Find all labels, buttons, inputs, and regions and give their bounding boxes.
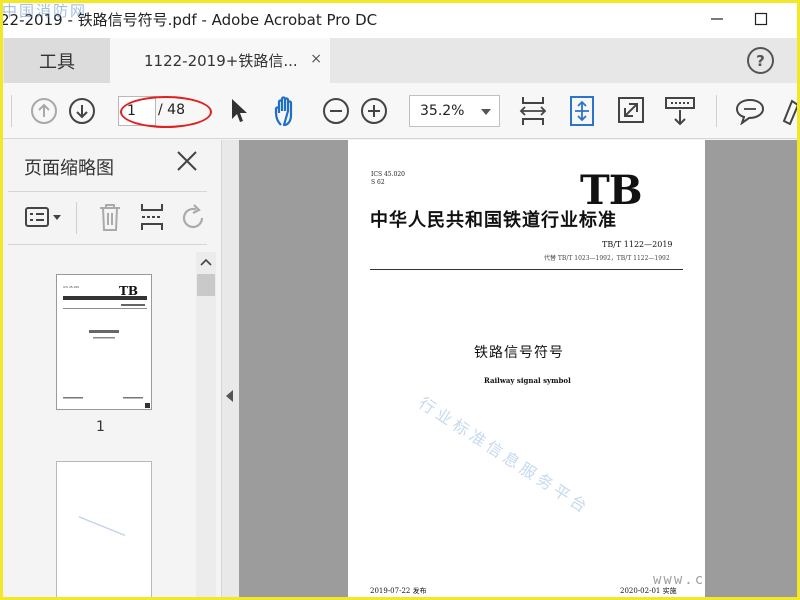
thumbnail-label: 1 bbox=[96, 419, 105, 435]
tab-document[interactable]: 1122-2019+铁路信... × bbox=[110, 38, 330, 83]
page-thumbnail[interactable]: ICS 45.020 TB bbox=[56, 274, 152, 410]
document-title-english: Railway signal symbol bbox=[484, 376, 571, 385]
chevron-down-icon bbox=[481, 109, 491, 115]
thumbnail-scrollbar[interactable] bbox=[196, 252, 216, 600]
scrollbar-thumb[interactable] bbox=[197, 274, 215, 296]
extract-page-icon[interactable] bbox=[138, 202, 166, 232]
previous-page-icon[interactable] bbox=[30, 97, 58, 125]
document-view[interactable]: ICS 45.020 S 62 TB 中华人民共和国铁道行业标准 TB/T 11… bbox=[239, 140, 800, 600]
select-cursor-icon[interactable] bbox=[228, 97, 250, 125]
panel-divider bbox=[8, 191, 207, 192]
zoom-select[interactable]: 35.2% bbox=[409, 95, 500, 127]
delete-page-icon[interactable] bbox=[96, 202, 124, 232]
thumbnail-list: ICS 45.020 TB 1 bbox=[0, 252, 196, 600]
header-rule bbox=[370, 269, 683, 270]
more-tools-icon[interactable] bbox=[782, 97, 800, 125]
toolbar: 1 / 48 35.2% bbox=[0, 83, 800, 139]
panel-tools-divider bbox=[76, 202, 77, 234]
page-thumbnails-panel: 页面缩略图 ICS 45.020 TB 1 bbox=[0, 140, 222, 600]
full-screen-icon[interactable] bbox=[617, 96, 645, 124]
www-watermark: www.c bbox=[653, 572, 706, 588]
minimize-icon[interactable] bbox=[704, 6, 730, 32]
page-highlight-ellipse bbox=[120, 96, 212, 128]
help-icon[interactable]: ? bbox=[747, 47, 774, 74]
svg-text:TB: TB bbox=[119, 284, 138, 298]
comment-icon[interactable] bbox=[734, 97, 766, 125]
document-title: 铁路信号符号 bbox=[474, 345, 564, 361]
panel-title: 页面缩略图 bbox=[24, 158, 114, 179]
svg-text:ICS 45.020: ICS 45.020 bbox=[63, 285, 79, 289]
thumbnail-options-icon[interactable] bbox=[24, 204, 64, 230]
page-thumbnail[interactable] bbox=[56, 461, 152, 600]
next-page-icon[interactable] bbox=[68, 97, 96, 125]
site-watermark: 中国消防网 bbox=[2, 2, 88, 20]
tab-bar: 工具 1122-2019+铁路信... × ? bbox=[0, 38, 800, 83]
maximize-icon[interactable] bbox=[748, 6, 774, 32]
collapse-panel-handle[interactable] bbox=[222, 140, 239, 600]
scroll-mode-icon[interactable] bbox=[664, 95, 696, 127]
zoom-in-icon[interactable] bbox=[360, 97, 388, 125]
ics-code: ICS 45.020 S 62 bbox=[371, 171, 405, 187]
panel-divider bbox=[8, 244, 207, 245]
fit-width-icon[interactable] bbox=[518, 95, 548, 127]
zoom-value: 35.2% bbox=[420, 103, 465, 119]
rotate-page-icon[interactable] bbox=[180, 204, 208, 232]
ics-line: S 62 bbox=[371, 179, 385, 186]
chevron-left-icon bbox=[226, 390, 233, 402]
diagonal-watermark: 行业标准信息服务平台 bbox=[415, 393, 594, 519]
replaces-note: 代替 TB/T 1023—1992，TB/T 1122—1992 bbox=[544, 255, 670, 262]
standard-name: 中华人民共和国铁道行业标准 bbox=[370, 210, 617, 231]
tab-tools[interactable]: 工具 bbox=[4, 38, 110, 83]
zoom-out-icon[interactable] bbox=[322, 97, 350, 125]
scroll-up-icon[interactable] bbox=[196, 253, 216, 271]
tab-document-label: 1122-2019+铁路信... bbox=[144, 52, 298, 70]
hand-tool-icon[interactable] bbox=[273, 95, 303, 127]
close-icon[interactable]: × bbox=[310, 51, 322, 67]
standard-code: TB/T 1122—2019 bbox=[602, 240, 673, 249]
publish-date: 2019-07-22 发布 bbox=[370, 587, 427, 595]
ics-line: ICS 45.020 bbox=[371, 171, 405, 178]
close-panel-icon[interactable] bbox=[176, 150, 198, 172]
title-bar: 22-2019 - 铁路信号符号.pdf - Adobe Acrobat Pro… bbox=[0, 0, 800, 38]
toolbar-divider bbox=[11, 95, 12, 127]
pdf-page: ICS 45.020 S 62 TB 中华人民共和国铁道行业标准 TB/T 11… bbox=[348, 140, 705, 600]
toolbar-divider bbox=[716, 95, 717, 127]
fit-page-icon[interactable] bbox=[567, 95, 597, 127]
